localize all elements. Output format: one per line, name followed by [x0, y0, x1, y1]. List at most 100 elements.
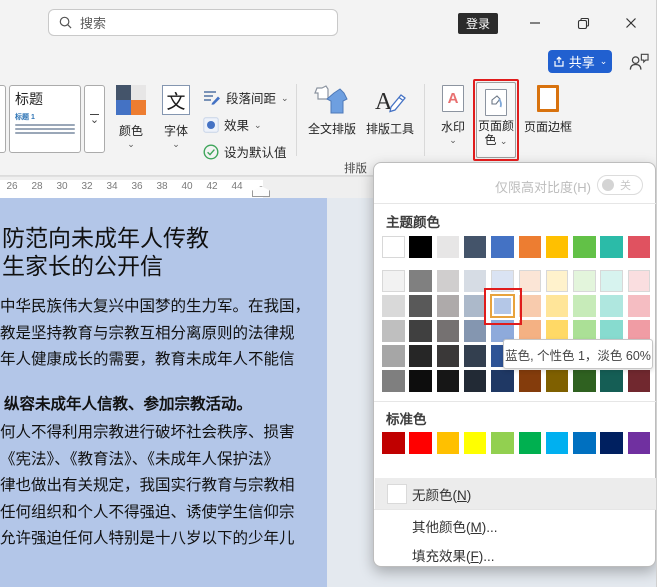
theme-fonts-button[interactable]: 文 字体 ⌄: [155, 85, 197, 149]
theme-color-variant-swatch[interactable]: [463, 345, 487, 367]
theme-color-variant-swatch[interactable]: [382, 270, 405, 292]
theme-color-variant-swatch[interactable]: [600, 370, 623, 392]
theme-color-variant-swatch[interactable]: [409, 270, 432, 292]
theme-color-variant-swatch[interactable]: [627, 370, 651, 392]
standard-color-swatch[interactable]: [573, 432, 596, 454]
theme-color-variant-swatch[interactable]: [627, 295, 651, 317]
theme-color-swatch[interactable]: [627, 236, 651, 258]
effects-label: 效果: [224, 119, 250, 133]
theme-color-variant-swatch[interactable]: [382, 295, 405, 317]
theme-color-swatch[interactable]: [545, 236, 569, 258]
theme-color-variant-swatch[interactable]: [545, 295, 569, 317]
theme-color-variant-swatch[interactable]: [436, 320, 460, 342]
search-input[interactable]: 搜索: [48, 9, 338, 36]
ruler-tick: 30: [56, 181, 68, 192]
theme-color-swatch[interactable]: [409, 236, 432, 258]
chevron-down-icon: ⌄: [499, 136, 508, 146]
contacts-icon[interactable]: [628, 52, 649, 72]
theme-color-variant-swatch[interactable]: [382, 345, 405, 367]
theme-color-variant-swatch[interactable]: [382, 320, 405, 342]
theme-color-swatch[interactable]: [463, 236, 487, 258]
theme-color-variant-swatch[interactable]: [436, 370, 460, 392]
standard-color-swatch[interactable]: [382, 432, 405, 454]
style-gallery-card[interactable]: 标题 标题 1: [9, 85, 81, 153]
style-card-title: 标题: [15, 93, 43, 108]
divider: [374, 509, 656, 510]
theme-color-variant-swatch[interactable]: [518, 295, 541, 317]
layout-tools-button[interactable]: A 排版工具: [362, 85, 418, 137]
standard-color-swatch[interactable]: [627, 432, 651, 454]
full-layout-button[interactable]: 全文排版: [303, 85, 361, 137]
watermark-button[interactable]: A 水印 ⌄: [434, 85, 472, 145]
theme-color-variant-swatch[interactable]: [436, 270, 460, 292]
theme-color-variant-swatch[interactable]: [545, 370, 569, 392]
theme-color-swatch[interactable]: [573, 236, 596, 258]
theme-color-swatch[interactable]: [518, 236, 541, 258]
restore-button[interactable]: [570, 12, 596, 34]
theme-color-variant-swatch[interactable]: [436, 295, 460, 317]
search-icon: [59, 16, 72, 29]
share-button[interactable]: 共享 ⌄: [548, 50, 612, 73]
color-button-label: 颜色: [118, 124, 143, 138]
theme-color-variant-swatch[interactable]: [491, 370, 514, 392]
menu-item-fill-effects[interactable]: 填充效果(F)...: [375, 540, 656, 570]
document-line: 任何组织和个人不得强迫、诱使学生信仰宗: [0, 503, 295, 521]
menu-item-no-color[interactable]: 无颜色(N): [375, 478, 656, 509]
theme-color-variant-swatch[interactable]: [518, 270, 541, 292]
theme-color-variant-swatch[interactable]: [573, 370, 596, 392]
theme-colors-button[interactable]: 颜色 ⌄: [110, 85, 152, 149]
standard-color-swatch[interactable]: [491, 432, 514, 454]
standard-color-swatch[interactable]: [600, 432, 623, 454]
theme-color-swatch[interactable]: [600, 236, 623, 258]
theme-color-swatch[interactable]: [436, 236, 460, 258]
theme-color-variant-swatch[interactable]: [600, 295, 623, 317]
theme-color-variant-swatch[interactable]: [518, 370, 541, 392]
ruler-tick: 40: [181, 181, 193, 192]
effects-button[interactable]: 效果 ⌄: [203, 115, 262, 134]
theme-color-variant-swatch[interactable]: [436, 345, 460, 367]
minimize-button[interactable]: [522, 12, 548, 34]
document-bold-line: 纵容未成年人信教、参加宗教活动。: [4, 395, 253, 413]
document-page[interactable]: 防范向未成年人传教 生家长的公开信 中华民族伟大复兴中国梦的生力军。在我国， 教是坚…: [0, 198, 327, 587]
theme-color-variant-swatch[interactable]: [463, 320, 487, 342]
selected-color-swatch[interactable]: [490, 294, 515, 318]
document-paragraph: 中华民族伟大复兴中国梦的生力军。在我国， 教是坚持教育与宗教互相分离原则的法律规年…: [0, 294, 327, 374]
standard-color-swatch[interactable]: [409, 432, 432, 454]
set-default-button[interactable]: 设为默认值: [203, 142, 287, 161]
fill-effects-text: )...: [478, 549, 495, 564]
theme-color-variant-swatch[interactable]: [545, 270, 569, 292]
theme-color-variant-swatch[interactable]: [409, 345, 432, 367]
login-button[interactable]: 登录: [458, 13, 498, 34]
page-color-button[interactable]: 页面颜 色 ⌄: [476, 82, 516, 158]
style-gallery-prev-card[interactable]: [0, 85, 6, 153]
theme-color-variant-swatch[interactable]: [600, 270, 623, 292]
theme-color-variant-swatch[interactable]: [382, 370, 405, 392]
fill-effects-hotkey: F: [470, 549, 479, 564]
theme-color-variant-swatch[interactable]: [463, 295, 487, 317]
standard-color-swatch[interactable]: [518, 432, 541, 454]
theme-color-swatch[interactable]: [382, 236, 405, 258]
theme-color-variant-swatch[interactable]: [573, 270, 596, 292]
standard-color-swatch[interactable]: [463, 432, 487, 454]
page-color-label-2: 色: [484, 133, 497, 147]
theme-color-variant-swatch[interactable]: [409, 320, 432, 342]
layout-tools-icon: A: [375, 89, 406, 115]
style-gallery-more-button[interactable]: ⌄: [84, 85, 105, 153]
standard-color-swatch[interactable]: [545, 432, 569, 454]
close-button[interactable]: [618, 12, 644, 34]
theme-color-variant-swatch[interactable]: [573, 295, 596, 317]
theme-color-variant-swatch[interactable]: [409, 370, 432, 392]
paragraph-spacing-button[interactable]: 段落间距 ⌄: [203, 88, 289, 107]
theme-color-variant-swatch[interactable]: [627, 270, 651, 292]
menu-item-more-colors[interactable]: 其他颜色(M)...: [375, 511, 656, 541]
ribbon-group-label: 排版: [344, 163, 367, 175]
search-placeholder: 搜索: [80, 16, 107, 31]
theme-color-variant-swatch[interactable]: [463, 370, 487, 392]
theme-color-swatch[interactable]: [491, 236, 514, 258]
theme-color-variant-swatch[interactable]: [491, 270, 514, 292]
theme-color-variant-swatch[interactable]: [463, 270, 487, 292]
theme-color-variant-swatch[interactable]: [409, 295, 432, 317]
standard-color-swatch[interactable]: [436, 432, 460, 454]
page-border-button[interactable]: 页面边框: [521, 85, 575, 135]
high-contrast-toggle[interactable]: 关: [597, 175, 643, 195]
